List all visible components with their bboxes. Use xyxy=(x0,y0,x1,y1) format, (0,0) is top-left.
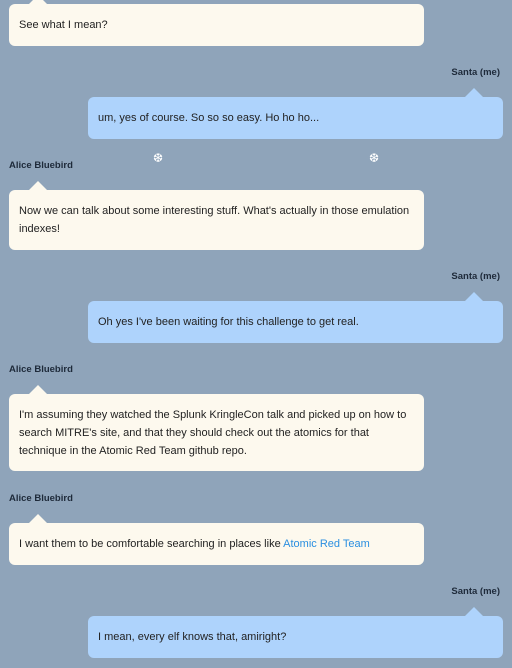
message-text: um, yes of course. So so so easy. Ho ho … xyxy=(98,112,320,124)
message-text-prefix: I want them to be comfortable searching … xyxy=(19,538,284,550)
message-bubble: Oh yes I've been waiting for this challe… xyxy=(88,301,503,343)
message-bubble: I'm assuming they watched the Splunk Kri… xyxy=(9,394,424,471)
message-text: Oh yes I've been waiting for this challe… xyxy=(98,316,359,328)
bubble-tip xyxy=(465,292,483,301)
snowflake-icon: ❆ xyxy=(369,151,380,165)
message-bubble: um, yes of course. So so so easy. Ho ho … xyxy=(88,97,503,139)
message-text: I'm assuming they watched the Splunk Kri… xyxy=(19,408,407,457)
snowflake-icon: ❆ xyxy=(153,151,164,165)
atomic-red-team-link[interactable]: Atomic Red Team xyxy=(283,538,370,550)
message-text: I want them to be comfortable searching … xyxy=(19,535,370,553)
sender-name: Alice Bluebird xyxy=(9,160,73,171)
message-bubble: I mean, every elf knows that, amiright? xyxy=(88,616,503,658)
message-bubble: I want them to be comfortable searching … xyxy=(9,523,424,565)
sender-name: Santa (me) xyxy=(451,67,500,78)
message-text: Now we can talk about some interesting s… xyxy=(19,205,410,235)
bubble-tip xyxy=(465,88,483,97)
sender-name: Santa (me) xyxy=(451,271,500,282)
sender-name: Alice Bluebird xyxy=(9,364,73,375)
sender-name: Alice Bluebird xyxy=(9,493,73,504)
sender-name: Santa (me) xyxy=(451,586,500,597)
bubble-tip xyxy=(29,514,47,523)
message-text: I mean, every elf knows that, amiright? xyxy=(98,631,287,643)
message-bubble: Now we can talk about some interesting s… xyxy=(9,190,424,250)
bubble-tip xyxy=(29,181,47,190)
bubble-tip xyxy=(29,385,47,394)
bubble-tip xyxy=(465,607,483,616)
message-text: See what I mean? xyxy=(19,19,108,31)
message-bubble: See what I mean? xyxy=(9,4,424,46)
